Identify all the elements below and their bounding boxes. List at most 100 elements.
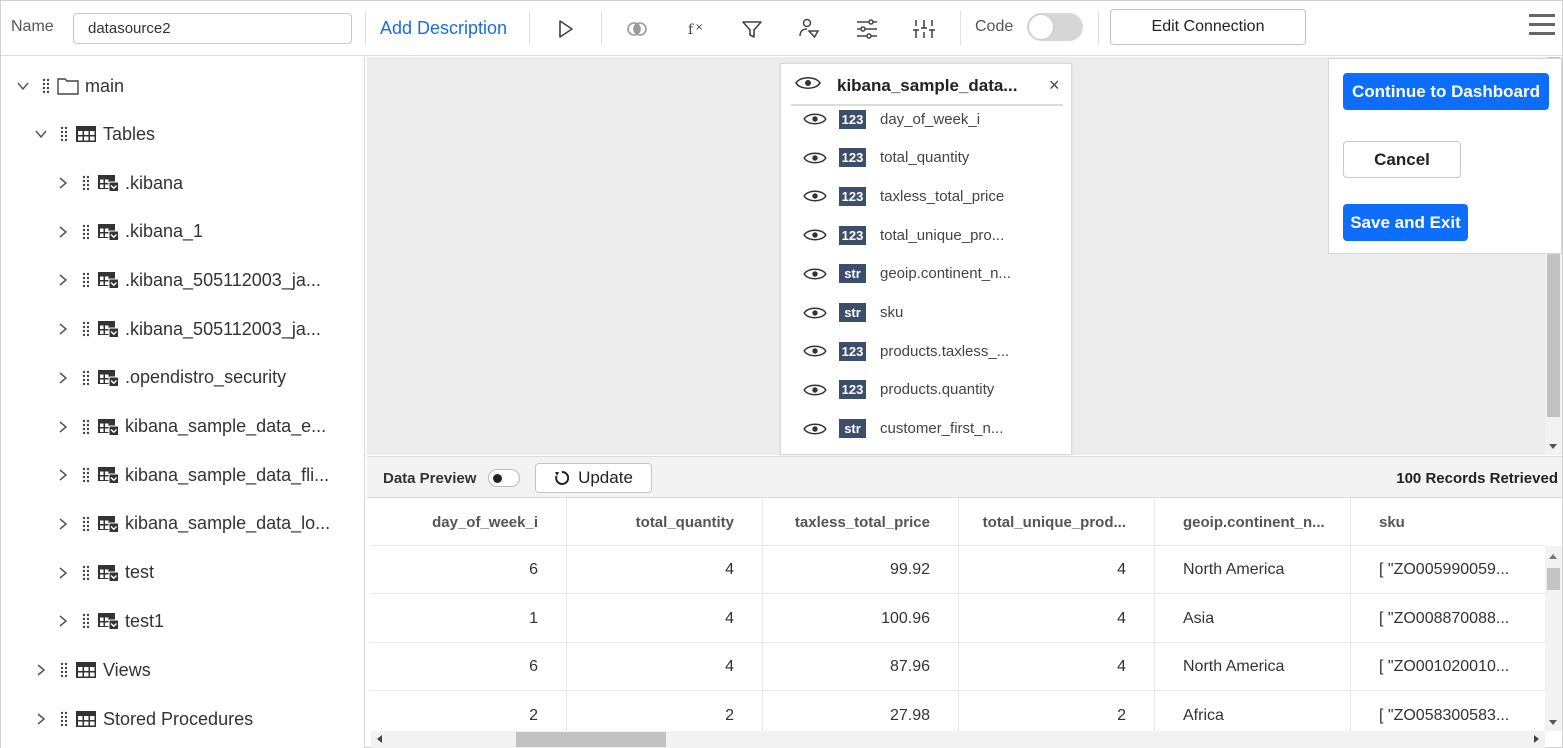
chevron-right-icon[interactable] bbox=[53, 514, 73, 534]
eye-icon[interactable] bbox=[801, 303, 829, 323]
drag-handle-icon[interactable] bbox=[81, 222, 91, 242]
tree-node-stored-procedures[interactable]: Stored Procedures bbox=[31, 699, 253, 739]
parameter-filter-icon[interactable] bbox=[795, 15, 823, 43]
drag-handle-icon[interactable] bbox=[59, 660, 69, 680]
field-item[interactable]: 123 products.quantity bbox=[801, 375, 1061, 405]
field-item[interactable]: 123 total_quantity bbox=[801, 143, 1061, 173]
scroll-left-arrow-icon[interactable] bbox=[377, 735, 382, 743]
chevron-right-icon[interactable] bbox=[53, 173, 73, 193]
table-row[interactable]: 6 4 87.96 4 North America[ "ZO001020010... bbox=[371, 643, 1545, 691]
eye-icon[interactable] bbox=[801, 225, 829, 245]
edit-connection-button[interactable]: Edit Connection bbox=[1110, 9, 1306, 45]
svg-text:×: × bbox=[695, 22, 703, 33]
field-item[interactable]: 123 total_unique_pro... bbox=[801, 220, 1061, 250]
drag-handle-icon[interactable] bbox=[81, 368, 91, 388]
name-input[interactable] bbox=[73, 13, 352, 44]
drag-handle-icon[interactable] bbox=[81, 417, 91, 437]
eye-icon[interactable] bbox=[801, 341, 829, 361]
drag-handle-icon[interactable] bbox=[81, 514, 91, 534]
tree-node-views[interactable]: Views bbox=[31, 650, 151, 690]
tree-node-table[interactable]: test bbox=[53, 553, 154, 593]
join-icon[interactable] bbox=[623, 15, 651, 43]
scroll-right-arrow-icon[interactable] bbox=[1534, 735, 1539, 743]
field-item[interactable]: 123 taxless_total_price bbox=[801, 181, 1061, 211]
field-item[interactable]: str sku bbox=[801, 298, 1061, 328]
cancel-button[interactable]: Cancel bbox=[1343, 141, 1461, 178]
tree-node-table[interactable]: kibana_sample_data_e... bbox=[53, 407, 326, 447]
table-cell: North America bbox=[1155, 643, 1351, 691]
drag-handle-icon[interactable] bbox=[81, 319, 91, 339]
tree-node-table[interactable]: kibana_sample_data_lo... bbox=[53, 504, 330, 544]
drag-handle-icon[interactable] bbox=[81, 563, 91, 583]
add-description-link[interactable]: Add Description bbox=[380, 18, 507, 39]
chevron-right-icon[interactable] bbox=[53, 417, 73, 437]
formula-icon[interactable]: f × bbox=[681, 15, 709, 43]
scroll-down-arrow-icon[interactable] bbox=[1549, 444, 1557, 449]
tree-node-table[interactable]: .kibana bbox=[53, 163, 183, 203]
tree-node-tables[interactable]: Tables bbox=[31, 114, 155, 154]
column-header[interactable]: day_of_week_i bbox=[371, 498, 567, 546]
drag-handle-icon[interactable] bbox=[81, 611, 91, 631]
tree-node-table[interactable]: .opendistro_security bbox=[53, 358, 286, 398]
eye-icon[interactable] bbox=[801, 419, 829, 439]
column-header[interactable]: geoip.continent_n... bbox=[1155, 498, 1351, 546]
code-toggle[interactable] bbox=[1027, 13, 1083, 41]
tree-node-table[interactable]: .kibana_1 bbox=[53, 212, 203, 252]
chevron-right-icon[interactable] bbox=[53, 319, 73, 339]
table-row[interactable]: 6 4 99.92 4 North America[ "ZO005990059... bbox=[371, 546, 1545, 594]
column-header[interactable]: sku bbox=[1351, 498, 1545, 546]
tree-node-table[interactable]: .kibana_505112003_ja... bbox=[53, 260, 321, 300]
drag-handle-icon[interactable] bbox=[41, 76, 51, 96]
chevron-right-icon[interactable] bbox=[53, 270, 73, 290]
drag-handle-icon[interactable] bbox=[59, 124, 69, 144]
run-icon[interactable] bbox=[551, 15, 579, 43]
eye-icon[interactable] bbox=[795, 73, 821, 98]
eye-icon[interactable] bbox=[801, 148, 829, 168]
data-preview-toggle[interactable] bbox=[488, 469, 520, 487]
chevron-right-icon[interactable] bbox=[31, 709, 51, 729]
scroll-thumb[interactable] bbox=[1547, 568, 1560, 590]
tree-node-table[interactable]: test1 bbox=[53, 601, 164, 641]
drag-handle-icon[interactable] bbox=[59, 709, 69, 729]
field-item[interactable]: str customer_first_n... bbox=[801, 414, 1061, 444]
chevron-down-icon[interactable] bbox=[31, 124, 51, 144]
scroll-thumb[interactable] bbox=[516, 732, 666, 747]
field-item[interactable]: 123 day_of_week_i bbox=[801, 104, 1061, 134]
drag-handle-icon[interactable] bbox=[81, 270, 91, 290]
continue-to-dashboard-button[interactable]: Continue to Dashboard bbox=[1343, 73, 1549, 110]
expression-icon[interactable] bbox=[910, 15, 938, 43]
table-row[interactable]: 2 2 27.98 2 Africa[ "ZO058300583... bbox=[371, 691, 1545, 731]
column-header[interactable]: total_unique_prod... bbox=[959, 498, 1155, 546]
grid-horizontal-scrollbar[interactable] bbox=[371, 731, 1545, 748]
field-item[interactable]: str geoip.continent_n... bbox=[801, 259, 1061, 289]
drag-handle-icon[interactable] bbox=[81, 173, 91, 193]
scroll-up-arrow-icon[interactable] bbox=[1549, 554, 1557, 559]
tree-node-table[interactable]: .kibana_505112003_ja... bbox=[53, 309, 321, 349]
eye-icon[interactable] bbox=[801, 380, 829, 400]
chevron-right-icon[interactable] bbox=[53, 563, 73, 583]
settings-sliders-icon[interactable] bbox=[853, 15, 881, 43]
chevron-right-icon[interactable] bbox=[53, 368, 73, 388]
column-header[interactable]: taxless_total_price bbox=[763, 498, 959, 546]
close-icon[interactable]: × bbox=[1049, 75, 1060, 96]
tree-node-table[interactable]: kibana_sample_data_fli... bbox=[53, 455, 329, 495]
chevron-right-icon[interactable] bbox=[53, 222, 73, 242]
column-header[interactable]: total_quantity bbox=[567, 498, 763, 546]
eye-icon[interactable] bbox=[801, 186, 829, 206]
chevron-down-icon[interactable] bbox=[13, 76, 33, 96]
filter-icon[interactable] bbox=[738, 15, 766, 43]
table-row[interactable]: 1 4 100.96 4 Asia[ "ZO008870088... bbox=[371, 594, 1545, 643]
grid-vertical-scrollbar[interactable] bbox=[1545, 546, 1562, 731]
scroll-down-arrow-icon[interactable] bbox=[1549, 720, 1557, 725]
field-item[interactable]: 123 products.taxless_... bbox=[801, 336, 1061, 366]
eye-icon[interactable] bbox=[801, 109, 829, 129]
menu-icon[interactable] bbox=[1529, 14, 1555, 36]
chevron-right-icon[interactable] bbox=[53, 611, 73, 631]
save-and-exit-button[interactable]: Save and Exit bbox=[1343, 204, 1468, 241]
chevron-right-icon[interactable] bbox=[53, 465, 73, 485]
eye-icon[interactable] bbox=[801, 264, 829, 284]
drag-handle-icon[interactable] bbox=[81, 465, 91, 485]
chevron-right-icon[interactable] bbox=[31, 660, 51, 680]
tree-node-main[interactable]: main bbox=[13, 66, 124, 106]
update-button[interactable]: Update bbox=[535, 463, 652, 493]
